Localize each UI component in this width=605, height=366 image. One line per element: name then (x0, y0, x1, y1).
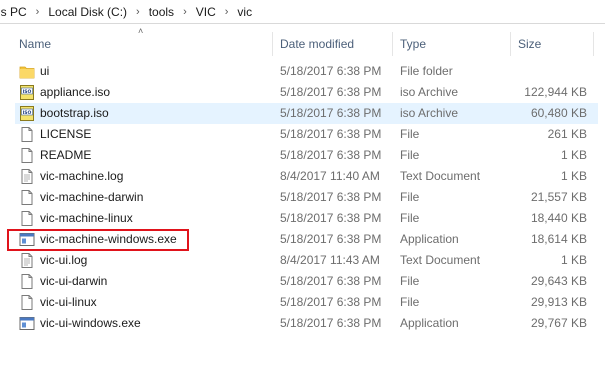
file-row[interactable]: README 5/18/2017 6:38 PM File 1 KB (15, 145, 598, 166)
file-name: vic-ui-darwin (40, 274, 108, 288)
file-row[interactable]: vic-machine-darwin 5/18/2017 6:38 PM File 2… (15, 187, 598, 208)
file-icon (19, 210, 35, 227)
file-row[interactable]: vic-ui-darwin 5/18/2017 6:38 PM File 29,643… (15, 271, 598, 292)
file-list: ˄ Name Date modified Type Size ui 5/18/20… (0, 24, 605, 366)
breadcrumb-this-pc[interactable]: is PC (0, 5, 29, 19)
file-type: File (400, 295, 420, 309)
file-date-modified: 5/18/2017 6:38 PM (280, 85, 382, 99)
file-name: vic-ui-linux (40, 295, 97, 309)
file-type: File (400, 274, 420, 288)
file-name: bootstrap.iso (40, 106, 109, 120)
iso-icon: ISO (19, 105, 35, 122)
column-header-type[interactable]: Type (393, 32, 511, 56)
file-row[interactable]: vic-machine-linux 5/18/2017 6:38 PM File 18… (15, 208, 598, 229)
file-date-modified: 5/18/2017 6:38 PM (280, 106, 382, 120)
file-size: 21,557 KB (530, 190, 587, 204)
text-file-icon (19, 168, 35, 185)
chevron-right-icon[interactable]: › (183, 6, 187, 18)
file-name: appliance.iso (40, 85, 111, 99)
column-header-date-modified[interactable]: Date modified (273, 32, 393, 56)
file-name: vic-ui-windows.exe (40, 316, 141, 330)
svg-text:ISO: ISO (23, 110, 32, 116)
breadcrumb-vic-current[interactable]: vic (235, 5, 254, 19)
breadcrumb-vic-parent[interactable]: VIC (194, 5, 218, 19)
file-row[interactable]: ui 5/18/2017 6:38 PM File folder (15, 61, 598, 82)
chevron-right-icon[interactable]: › (225, 6, 229, 18)
file-date-modified: 5/18/2017 6:38 PM (280, 295, 382, 309)
file-date-modified: 5/18/2017 6:38 PM (280, 127, 382, 141)
file-icon (19, 189, 35, 206)
file-name: vic-ui.log (40, 253, 88, 267)
file-row[interactable]: ISO bootstrap.iso 5/18/2017 6:38 PM iso Arc… (15, 103, 598, 124)
file-icon (19, 294, 35, 311)
breadcrumb-tools[interactable]: tools (147, 5, 176, 19)
file-type: iso Archive (400, 106, 459, 120)
file-icon (19, 126, 35, 143)
exe-icon (19, 315, 35, 332)
text-file-icon (19, 252, 35, 269)
exe-icon (19, 231, 35, 248)
file-type: File (400, 211, 420, 225)
file-icon (19, 147, 35, 164)
file-row[interactable]: vic-machine-windows.exe 5/18/2017 6:38 PM… (15, 229, 598, 250)
file-type: File (400, 127, 420, 141)
chevron-right-icon[interactable]: › (136, 6, 140, 18)
file-type: Application (400, 232, 459, 246)
file-type: Text Document (400, 253, 481, 267)
file-name: vic-machine-darwin (40, 190, 144, 204)
file-date-modified: 8/4/2017 11:43 AM (280, 253, 380, 267)
file-size: 29,643 KB (530, 274, 587, 288)
svg-text:ISO: ISO (23, 89, 32, 95)
file-size: 18,440 KB (530, 211, 587, 225)
file-name: vic-machine-windows.exe (40, 232, 177, 246)
chevron-right-icon[interactable]: › (36, 6, 40, 18)
file-icon (19, 273, 35, 290)
file-type: File (400, 148, 420, 162)
column-header-size[interactable]: Size (511, 32, 594, 56)
file-row[interactable]: ISO appliance.iso 5/18/2017 6:38 PM iso Arc… (15, 82, 598, 103)
iso-icon: ISO (19, 84, 35, 101)
file-type: File folder (400, 64, 453, 78)
file-size: 122,944 KB (524, 85, 587, 99)
file-size: 261 KB (547, 127, 587, 141)
file-size: 1 KB (560, 148, 587, 162)
file-date-modified: 5/18/2017 6:38 PM (280, 211, 382, 225)
column-headers: Name Date modified Type Size (0, 32, 605, 56)
file-row[interactable]: vic-machine.log 8/4/2017 11:40 AM Text Doc… (15, 166, 598, 187)
file-date-modified: 5/18/2017 6:38 PM (280, 190, 382, 204)
file-date-modified: 5/18/2017 6:38 PM (280, 316, 382, 330)
file-size: 29,767 KB (530, 316, 587, 330)
file-size: 29,913 KB (530, 295, 587, 309)
file-date-modified: 5/18/2017 6:38 PM (280, 274, 382, 288)
column-header-name[interactable]: Name (12, 32, 273, 56)
breadcrumb-local-disk[interactable]: Local Disk (C:) (46, 5, 129, 19)
file-date-modified: 5/18/2017 6:38 PM (280, 64, 382, 78)
file-name: LICENSE (40, 127, 92, 141)
file-size: 18,614 KB (530, 232, 587, 246)
file-type: Text Document (400, 169, 481, 183)
file-name: README (40, 148, 92, 162)
file-size: 60,480 KB (530, 106, 587, 120)
file-row[interactable]: vic-ui-windows.exe 5/18/2017 6:38 PM Appli… (15, 313, 598, 334)
file-date-modified: 5/18/2017 6:38 PM (280, 148, 382, 162)
address-breadcrumb: is PC › Local Disk (C:) › tools › VIC › … (0, 0, 605, 24)
file-name: vic-machine.log (40, 169, 124, 183)
file-name: ui (40, 64, 50, 78)
file-type: File (400, 190, 420, 204)
file-type: iso Archive (400, 85, 459, 99)
file-name: vic-machine-linux (40, 211, 133, 225)
file-size: 1 KB (560, 169, 587, 183)
file-size: 1 KB (560, 253, 587, 267)
file-row[interactable]: LICENSE 5/18/2017 6:38 PM File 261 KB (15, 124, 598, 145)
file-date-modified: 5/18/2017 6:38 PM (280, 232, 382, 246)
file-type: Application (400, 316, 459, 330)
folder-icon (19, 63, 35, 80)
file-date-modified: 8/4/2017 11:40 AM (280, 169, 380, 183)
file-row[interactable]: vic-ui-linux 5/18/2017 6:38 PM File 29,913 … (15, 292, 598, 313)
file-row[interactable]: vic-ui.log 8/4/2017 11:43 AM Text Document… (15, 250, 598, 271)
